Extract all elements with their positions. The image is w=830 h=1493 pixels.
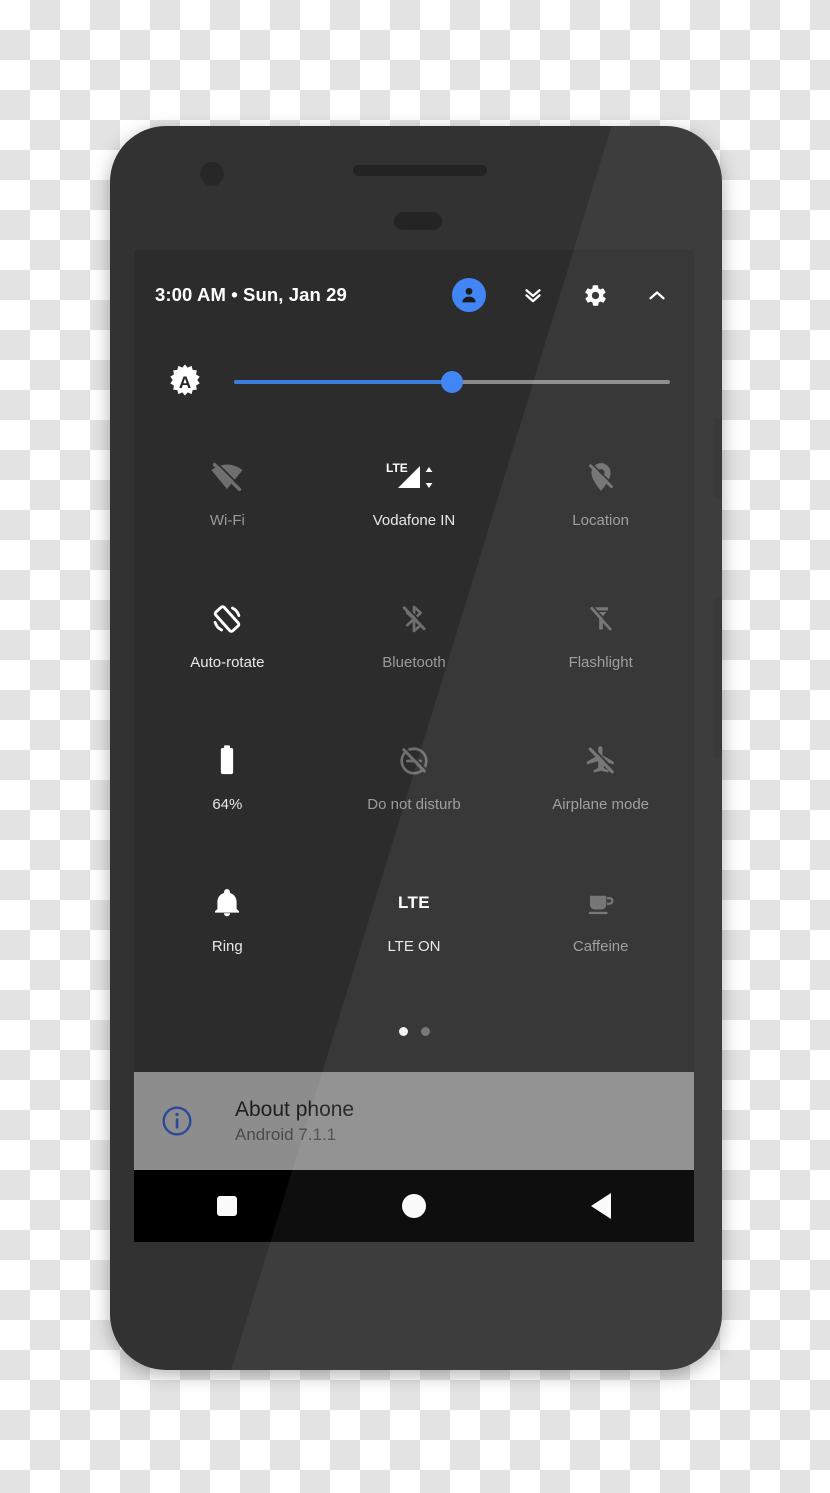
do-not-disturb-off-icon [398, 738, 430, 784]
wifi-off-icon [210, 454, 244, 500]
tile-battery[interactable]: 64% [134, 724, 321, 866]
lte-text-icon: LTE [398, 880, 430, 926]
tile-wifi[interactable]: Wi-Fi [134, 440, 321, 582]
phone-screen: 3:00 AM • Sun, Jan 29 A Wi-Fi LTE Vodafo… [134, 250, 694, 1242]
auto-brightness-letter: A [179, 373, 191, 392]
mockup-stage: 3:00 AM • Sun, Jan 29 A Wi-Fi LTE Vodafo… [0, 0, 830, 1493]
power-button[interactable] [714, 418, 722, 498]
front-camera-icon [200, 162, 224, 186]
tile-flashlight[interactable]: Flashlight [507, 582, 694, 724]
tile-label: Bluetooth [382, 654, 446, 671]
header-icon-row [452, 278, 672, 312]
tile-label: Caffeine [572, 938, 629, 955]
tile-airplane-mode[interactable]: Airplane mode [507, 724, 694, 866]
tile-label: 64% [212, 796, 243, 813]
flashlight-off-icon [586, 596, 616, 642]
lte-badge-text: LTE [397, 893, 431, 912]
chevron-double-down-icon[interactable] [518, 280, 548, 310]
location-off-icon [585, 454, 617, 500]
tile-label: Do not disturb [367, 796, 461, 813]
bell-icon [211, 880, 243, 926]
tile-label: Flashlight [568, 654, 633, 671]
home-button[interactable] [321, 1170, 508, 1242]
brightness-slider-row[interactable]: A [134, 340, 694, 424]
tile-label: LTE ON [387, 938, 441, 955]
tile-location[interactable]: Location [507, 440, 694, 582]
bluetooth-off-icon [398, 596, 430, 642]
tile-lte[interactable]: LTE LTE ON [321, 866, 508, 1008]
tile-mobile-data[interactable]: LTE Vodafone IN [321, 440, 508, 582]
brightness-slider-track[interactable] [234, 371, 670, 393]
page-indicator [134, 1008, 694, 1054]
page-dot-active[interactable] [398, 1026, 408, 1036]
quick-settings-tile-grid: Wi-Fi LTE Vodafone IN Location Auto-rota… [134, 424, 694, 1008]
tile-bluetooth[interactable]: Bluetooth [321, 582, 508, 724]
about-phone-card[interactable]: About phone Android 7.1.1 [134, 1072, 694, 1170]
auto-brightness-icon[interactable]: A [164, 361, 206, 403]
square-icon [217, 1196, 238, 1216]
recents-button[interactable] [134, 1170, 321, 1242]
gear-icon[interactable] [580, 280, 610, 310]
page-dot-inactive[interactable] [420, 1026, 430, 1036]
tile-label: Location [572, 512, 630, 529]
about-phone-text: About phone Android 7.1.1 [235, 1097, 354, 1146]
tile-label: Vodafone IN [372, 512, 456, 529]
about-phone-subtitle: Android 7.1.1 [235, 1124, 337, 1144]
navigation-bar [134, 1170, 694, 1242]
triangle-left-icon [590, 1193, 611, 1219]
svg-text:LTE: LTE [386, 461, 408, 475]
airplane-off-icon [584, 738, 618, 784]
quick-settings-header: 3:00 AM • Sun, Jan 29 [134, 250, 694, 340]
chevron-up-icon[interactable] [642, 280, 672, 310]
tile-label: Wi-Fi [209, 512, 245, 529]
phone-device: 3:00 AM • Sun, Jan 29 A Wi-Fi LTE Vodafo… [110, 126, 722, 1370]
tile-label: Auto-rotate [190, 654, 265, 671]
brightness-slider-fill [234, 380, 452, 384]
auto-rotate-icon [209, 596, 245, 642]
tile-auto-rotate[interactable]: Auto-rotate [134, 582, 321, 724]
tile-label: Ring [211, 938, 243, 955]
proximity-sensor [394, 212, 442, 230]
back-button[interactable] [507, 1170, 694, 1242]
tile-ring[interactable]: Ring [134, 866, 321, 1008]
brightness-slider-thumb[interactable] [441, 371, 463, 393]
status-clock-date: 3:00 AM • Sun, Jan 29 [155, 284, 347, 305]
coffee-cup-icon [585, 880, 617, 926]
lte-signal-icon: LTE [384, 454, 444, 500]
battery-icon [212, 738, 242, 784]
info-circle-icon [159, 1103, 195, 1139]
tile-caffeine[interactable]: Caffeine [507, 866, 694, 1008]
user-avatar[interactable] [452, 278, 486, 312]
tile-label: Airplane mode [552, 796, 650, 813]
earpiece-speaker [353, 165, 487, 176]
about-phone-title: About phone [235, 1097, 355, 1121]
volume-rocker-button[interactable] [714, 598, 722, 758]
circle-icon [402, 1194, 426, 1218]
tile-do-not-disturb[interactable]: Do not disturb [321, 724, 508, 866]
